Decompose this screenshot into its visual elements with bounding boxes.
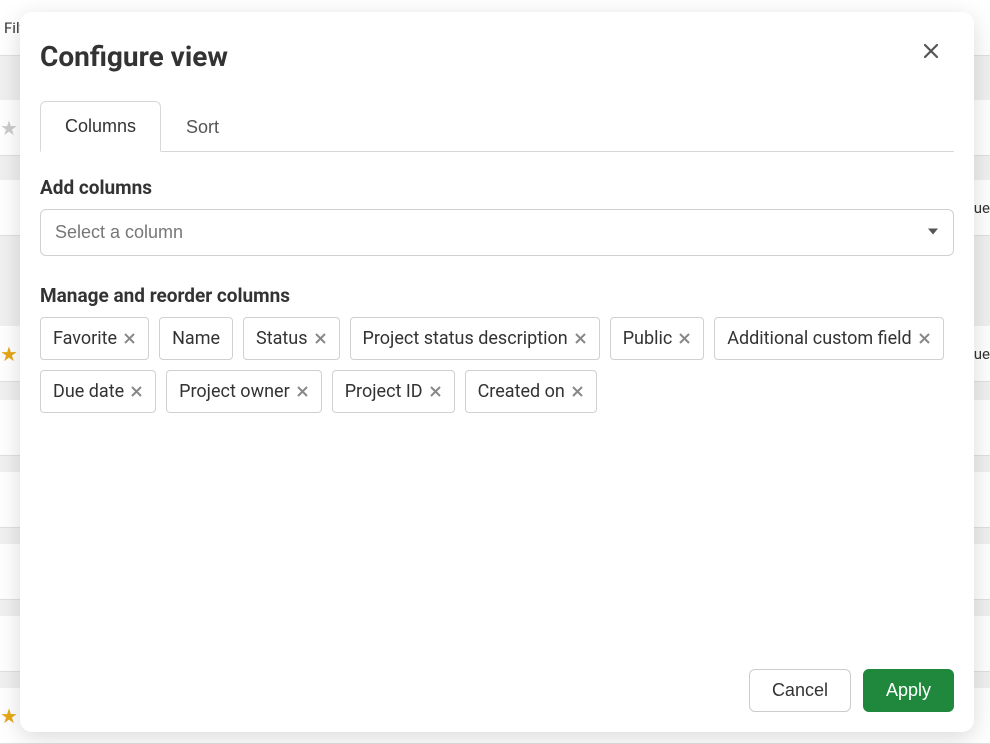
column-chip-favorite[interactable]: Favorite: [40, 317, 149, 360]
remove-chip-button[interactable]: [296, 385, 309, 398]
remove-chip-button[interactable]: [123, 332, 136, 345]
close-icon: [571, 385, 584, 398]
tab-bar: Columns Sort: [40, 101, 954, 152]
dialog-body: Add columns Select a column Manage and r…: [20, 152, 974, 653]
close-icon: [130, 385, 143, 398]
column-chip-created-on[interactable]: Created on: [465, 370, 597, 413]
cancel-button[interactable]: Cancel: [749, 669, 851, 712]
bg-cell-partial: ue: [974, 345, 990, 363]
remove-chip-button[interactable]: [130, 385, 143, 398]
remove-chip-button[interactable]: [574, 332, 587, 345]
chip-label: Status: [256, 328, 307, 349]
column-chips: Favorite Name Status Project status desc…: [40, 317, 954, 413]
column-chip-project-id[interactable]: Project ID: [332, 370, 455, 413]
chip-label: Project owner: [179, 381, 290, 402]
configure-view-dialog: Configure view Columns Sort Add columns …: [20, 12, 974, 732]
dialog-header: Configure view: [20, 12, 974, 73]
close-button[interactable]: [916, 36, 946, 66]
close-icon: [296, 385, 309, 398]
star-icon: ★: [0, 116, 18, 140]
column-chip-public[interactable]: Public: [610, 317, 705, 360]
column-chip-name[interactable]: Name: [159, 317, 233, 360]
apply-button[interactable]: Apply: [863, 669, 954, 712]
chip-label: Created on: [478, 381, 565, 402]
close-icon: [574, 332, 587, 345]
bg-cell-partial: ue: [974, 199, 990, 217]
close-icon: [429, 385, 442, 398]
close-icon: [922, 42, 940, 60]
star-icon: ★: [0, 704, 18, 728]
tab-sort[interactable]: Sort: [161, 101, 244, 152]
chip-label: Name: [172, 328, 220, 349]
remove-chip-button[interactable]: [429, 385, 442, 398]
chip-label: Project status description: [363, 328, 568, 349]
remove-chip-button[interactable]: [918, 332, 931, 345]
column-chip-due-date[interactable]: Due date: [40, 370, 156, 413]
chip-label: Due date: [53, 381, 124, 402]
close-icon: [123, 332, 136, 345]
manage-columns-label: Manage and reorder columns: [40, 284, 954, 307]
dialog-title: Configure view: [40, 40, 228, 73]
chip-label: Project ID: [345, 381, 423, 402]
tab-columns[interactable]: Columns: [40, 101, 161, 152]
chip-label: Public: [623, 328, 673, 349]
column-chip-status[interactable]: Status: [243, 317, 339, 360]
star-icon: ★: [0, 342, 18, 366]
chip-label: Additional custom field: [727, 328, 911, 349]
remove-chip-button[interactable]: [678, 332, 691, 345]
add-column-select[interactable]: Select a column: [40, 209, 954, 256]
chip-label: Favorite: [53, 328, 117, 349]
close-icon: [314, 332, 327, 345]
add-columns-label: Add columns: [40, 176, 954, 199]
remove-chip-button[interactable]: [314, 332, 327, 345]
column-chip-project-status-description[interactable]: Project status description: [350, 317, 600, 360]
column-chip-additional-custom-field[interactable]: Additional custom field: [714, 317, 943, 360]
remove-chip-button[interactable]: [571, 385, 584, 398]
dialog-footer: Cancel Apply: [20, 653, 974, 732]
close-icon: [918, 332, 931, 345]
close-icon: [678, 332, 691, 345]
column-chip-project-owner[interactable]: Project owner: [166, 370, 322, 413]
